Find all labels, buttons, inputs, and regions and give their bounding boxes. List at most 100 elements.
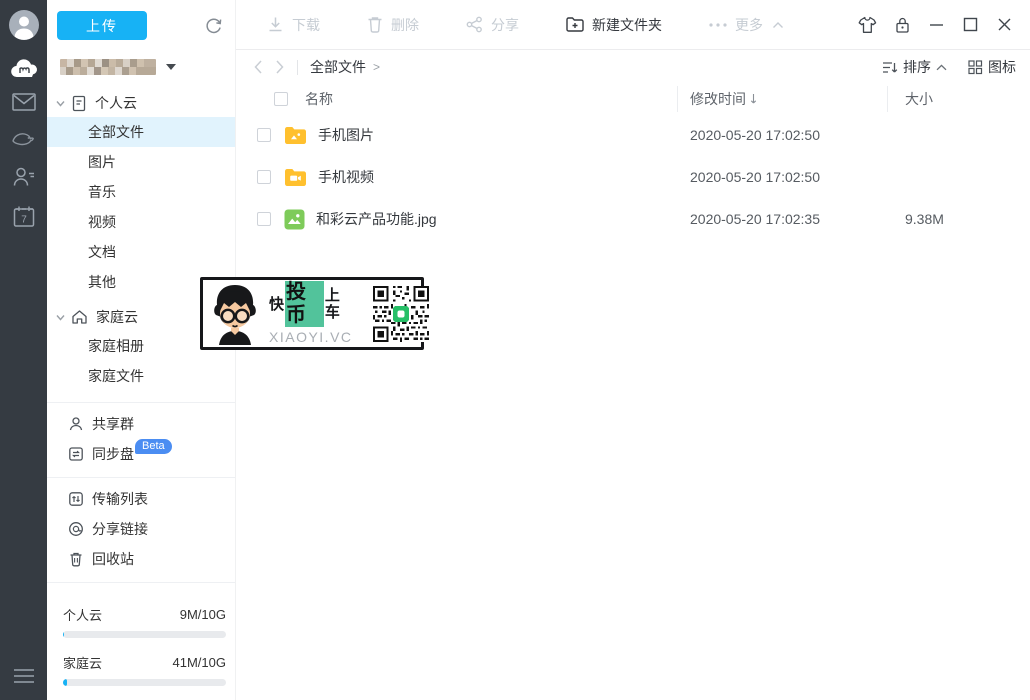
storage-bar-family xyxy=(63,679,226,686)
image-file-icon xyxy=(284,209,305,230)
icon-rail: 7 xyxy=(0,0,47,700)
more-dots-icon xyxy=(708,21,728,29)
chevron-down-icon xyxy=(54,97,67,110)
nav-forward-button[interactable] xyxy=(275,59,285,75)
toolbar-label: 更多 xyxy=(735,15,763,35)
beta-badge: Beta xyxy=(135,439,172,454)
delete-button[interactable]: 删除 xyxy=(366,15,419,35)
breadcrumb-caret-icon: > xyxy=(373,60,380,74)
column-header-size[interactable]: 大小 xyxy=(905,89,933,109)
sidebar-item-family-files[interactable]: 家庭文件 xyxy=(47,361,235,391)
contacts-icon[interactable] xyxy=(11,164,37,190)
table-row[interactable]: 和彩云产品功能.jpg 2020-05-20 17:02:35 9.38M xyxy=(236,198,1030,240)
table-row[interactable]: 手机图片 2020-05-20 17:02:50 xyxy=(236,114,1030,156)
file-name[interactable]: 手机视频 xyxy=(318,167,374,187)
file-modified: 2020-05-20 17:02:50 xyxy=(678,169,888,185)
file-modified: 2020-05-20 17:02:35 xyxy=(678,211,888,227)
home-icon xyxy=(71,309,88,325)
minimize-button[interactable] xyxy=(928,16,945,33)
mail-icon[interactable] xyxy=(12,93,36,111)
toolbar-label: 新建文件夹 xyxy=(592,15,662,35)
storage-usage-family: 41M/10G xyxy=(173,655,226,670)
main-panel: 下载 删除 分享 新建文件夹 更多 xyxy=(236,0,1030,700)
account-caret-icon xyxy=(166,64,176,70)
row-checkbox[interactable] xyxy=(257,128,271,142)
watermark-prefix: 快 xyxy=(269,296,284,313)
trash-icon xyxy=(68,551,84,567)
watermark-banner: 快 投币 上车 XIAOYI.VC xyxy=(200,277,424,350)
window-controls xyxy=(858,16,1030,34)
menu-icon[interactable] xyxy=(11,666,37,686)
sidebar: 上传 个人云 全部文件 图片 音乐 视频 文档 其他 家庭云 xyxy=(47,0,236,700)
storage-usage-personal: 9M/10G xyxy=(180,607,226,622)
view-label: 图标 xyxy=(988,57,1016,77)
sort-icon xyxy=(881,60,898,75)
theme-shirt-icon[interactable] xyxy=(858,16,877,34)
storage-bar-fill xyxy=(63,631,64,638)
sidebar-item-music[interactable]: 音乐 xyxy=(47,177,235,207)
folder-video-icon xyxy=(284,168,307,187)
select-all-checkbox[interactable] xyxy=(274,92,288,106)
table-header: 名称 修改时间 大小 xyxy=(236,84,1030,114)
toolbar-label: 分享 xyxy=(491,15,519,35)
sidebar-item-sync-disk[interactable]: 同步盘 Beta xyxy=(47,439,235,469)
whale-icon[interactable] xyxy=(10,127,38,149)
icon-view-button[interactable]: 图标 xyxy=(967,57,1016,77)
divider xyxy=(297,60,298,75)
storage-panel: 个人云 9M/10G 家庭云 41M/10G xyxy=(47,589,235,686)
view-controls: 排序 图标 xyxy=(881,57,1016,77)
breadcrumb[interactable]: 全部文件 xyxy=(310,57,366,77)
sidebar-item-share-links[interactable]: 分享链接 xyxy=(47,514,235,544)
sidebar-item-personal-cloud[interactable]: 个人云 xyxy=(47,89,235,117)
watermark-cartoon-avatar xyxy=(207,283,263,345)
close-button[interactable] xyxy=(996,16,1013,33)
watermark-qr-code xyxy=(373,286,429,342)
more-button[interactable]: 更多 xyxy=(708,15,784,35)
nav-back-button[interactable] xyxy=(253,59,263,75)
refresh-icon[interactable] xyxy=(204,16,223,35)
sidebar-item-label: 同步盘 xyxy=(92,444,134,464)
grid-view-icon xyxy=(967,59,983,75)
download-button[interactable]: 下载 xyxy=(266,15,320,35)
row-checkbox[interactable] xyxy=(257,170,271,184)
sidebar-item-recycle-bin[interactable]: 回收站 xyxy=(47,544,235,574)
storage-label-family: 家庭云 xyxy=(63,653,102,672)
calendar-icon[interactable]: 7 xyxy=(11,204,37,230)
sidebar-item-videos[interactable]: 视频 xyxy=(47,207,235,237)
folder-image-icon xyxy=(284,126,307,145)
storage-label-personal: 个人云 xyxy=(63,605,102,624)
sidebar-item-pictures[interactable]: 图片 xyxy=(47,147,235,177)
sidebar-item-label: 共享群 xyxy=(92,414,134,434)
sidebar-item-documents[interactable]: 文档 xyxy=(47,237,235,267)
avatar[interactable] xyxy=(8,9,40,41)
table-row[interactable]: 手机视频 2020-05-20 17:02:50 xyxy=(236,156,1030,198)
file-name[interactable]: 手机图片 xyxy=(318,125,374,145)
upload-button[interactable]: 上传 xyxy=(57,11,147,40)
sidebar-item-transfer-list[interactable]: 传输列表 xyxy=(47,484,235,514)
lock-icon[interactable] xyxy=(894,16,911,34)
share-button[interactable]: 分享 xyxy=(465,15,519,35)
sidebar-item-label: 分享链接 xyxy=(92,519,148,539)
divider xyxy=(47,402,235,403)
new-folder-button[interactable]: 新建文件夹 xyxy=(565,15,662,35)
column-header-modified[interactable]: 修改时间 xyxy=(690,89,746,109)
watermark-site: XIAOYI.VC xyxy=(269,329,353,345)
sidebar-item-all-files[interactable]: 全部文件 xyxy=(47,117,235,147)
column-header-name[interactable]: 名称 xyxy=(305,89,333,109)
sidebar-item-shared-group[interactable]: 共享群 xyxy=(47,409,235,439)
svg-text:7: 7 xyxy=(21,215,27,226)
chevron-up-icon xyxy=(936,64,947,71)
cloud-logo-icon[interactable] xyxy=(9,56,39,80)
storage-bar-personal xyxy=(63,631,226,638)
sort-button[interactable]: 排序 xyxy=(881,57,947,77)
row-checkbox[interactable] xyxy=(257,212,271,226)
file-size: 9.38M xyxy=(888,211,1030,227)
toolbar-label: 删除 xyxy=(391,15,419,35)
user-account[interactable] xyxy=(60,57,235,77)
file-name[interactable]: 和彩云产品功能.jpg xyxy=(316,209,437,229)
storage-bar-fill xyxy=(63,679,67,686)
chevron-down-icon xyxy=(54,311,67,324)
maximize-button[interactable] xyxy=(962,16,979,33)
watermark-text: 快 投币 上车 XIAOYI.VC xyxy=(269,281,353,345)
at-link-icon xyxy=(68,521,84,537)
